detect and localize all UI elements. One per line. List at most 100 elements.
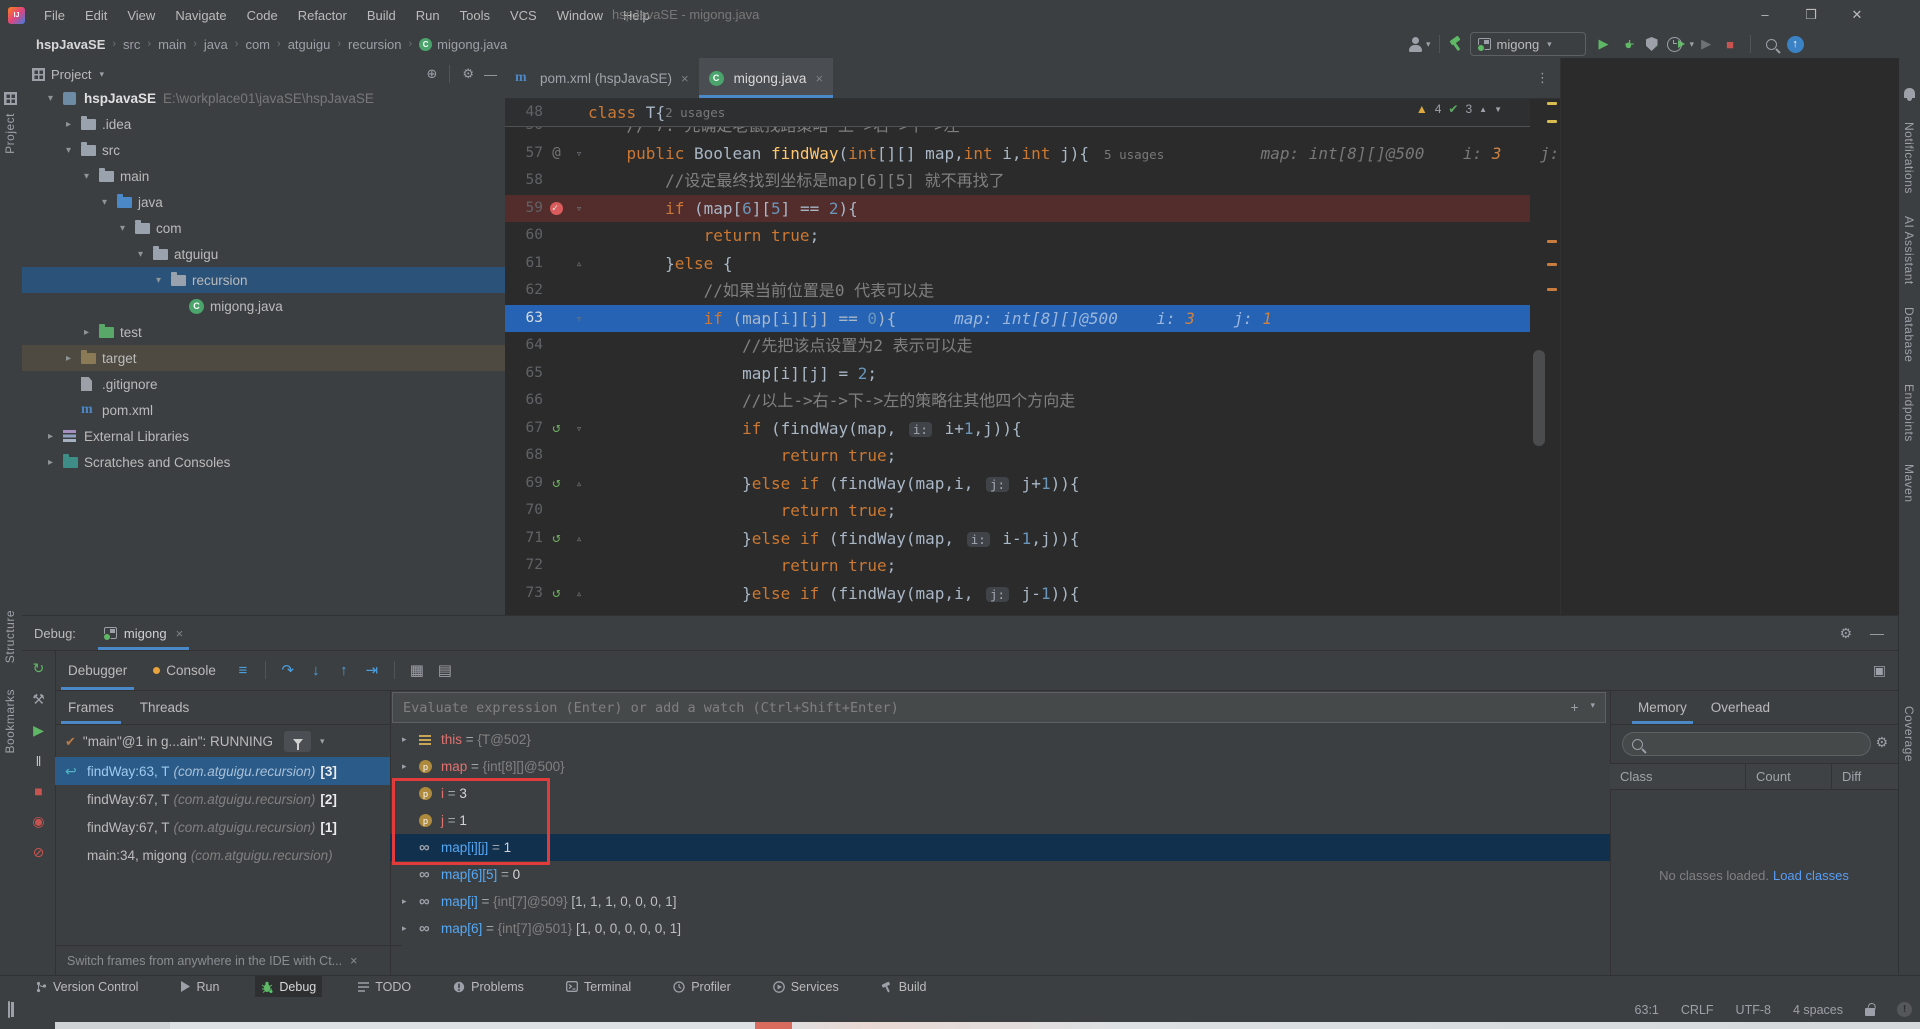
code-line-59[interactable]: 59▿ if (map[6][5] == 2){ xyxy=(505,195,1530,223)
fold-marker[interactable]: ▿ xyxy=(570,195,588,223)
thread-selector[interactable]: ✔ "main"@1 in g...ain": RUNNING ▾ xyxy=(55,725,390,758)
breakpoint-icon[interactable] xyxy=(550,202,563,215)
stripe-warning-mark[interactable] xyxy=(1547,240,1557,243)
profiler-button[interactable] xyxy=(1664,33,1688,55)
breadcrumb-atguigu[interactable]: atguigu xyxy=(288,37,331,52)
code-line-70[interactable]: 70 return true; xyxy=(505,497,1530,525)
memory-tab-overhead[interactable]: Overhead xyxy=(1701,690,1780,724)
hide-panel-icon[interactable]: — xyxy=(1870,625,1884,642)
code-line-65[interactable]: 65 map[i][j] = 2; xyxy=(505,360,1530,388)
menu-navigate[interactable]: Navigate xyxy=(166,5,235,26)
fold-marker[interactable]: ▿ xyxy=(570,415,588,443)
tree-chevron[interactable]: ▾ xyxy=(156,275,171,286)
tree-item-.gitignore[interactable]: .gitignore xyxy=(22,371,505,397)
code-area[interactable]: 56 // 7. 先确定老鼠找路策略 上->右->下->左57@▿ public… xyxy=(505,112,1530,607)
line-number[interactable]: 65 xyxy=(505,360,543,388)
next-issue-icon[interactable]: ▼ xyxy=(1494,105,1502,114)
tool-strip-database[interactable]: Database xyxy=(1902,307,1916,362)
filter-funnel-icon[interactable] xyxy=(284,731,311,752)
tab-frames[interactable]: Frames xyxy=(55,690,127,724)
tree-chevron[interactable]: ▾ xyxy=(102,197,117,208)
editor-tab-pom.xml-hspJavaSE-[interactable]: mpom.xml (hspJavaSE)× xyxy=(505,58,699,98)
code-line-68[interactable]: 68 return true; xyxy=(505,442,1530,470)
close-tab-icon[interactable]: × xyxy=(815,71,823,86)
close-tab-icon[interactable]: × xyxy=(681,71,689,86)
menu-edit[interactable]: Edit xyxy=(76,5,116,26)
coverage-button[interactable] xyxy=(1640,33,1664,55)
line-number[interactable]: 71 xyxy=(505,525,543,553)
debug-settings-icon[interactable]: ⚒ xyxy=(32,691,45,708)
fold-marker[interactable]: ▵ xyxy=(570,525,588,553)
tab-threads[interactable]: Threads xyxy=(127,690,203,724)
code-line-60[interactable]: 60 return true; xyxy=(505,222,1530,250)
tree-chevron[interactable]: ▸ xyxy=(48,457,63,468)
tree-item-test[interactable]: ▸test xyxy=(22,319,505,345)
tree-item-com[interactable]: ▾com xyxy=(22,215,505,241)
breadcrumb-main[interactable]: main xyxy=(158,37,186,52)
restore-layout-icon[interactable]: ▣ xyxy=(1873,662,1886,679)
editor-scrollbar[interactable] xyxy=(1533,350,1545,446)
code-line-66[interactable]: 66 //以上->右->下->左的策略往其他四个方向走 xyxy=(505,387,1530,415)
toolbar-build[interactable]: Build xyxy=(875,976,933,997)
tree-item-migong.java[interactable]: Cmigong.java xyxy=(22,293,505,319)
debug-session-tab[interactable]: migong × xyxy=(94,616,193,650)
close-button[interactable]: ✕ xyxy=(1834,0,1880,29)
toolbar-debug[interactable]: Debug xyxy=(255,976,322,997)
memory-column-count[interactable]: Count xyxy=(1746,764,1832,789)
code-line-63[interactable]: 63▿ if (map[i][j] == 0){ map: int[8][]@5… xyxy=(505,305,1530,333)
run-button[interactable]: ▶ xyxy=(1592,33,1616,55)
memory-tab-memory[interactable]: Memory xyxy=(1628,690,1697,724)
stop-icon[interactable]: ■ xyxy=(34,783,42,799)
toolbar-todo[interactable]: TODO xyxy=(352,976,417,997)
chevron-down-icon[interactable]: ▾ xyxy=(320,736,325,747)
step-out-icon[interactable]: ↑ xyxy=(330,662,358,679)
close-session-icon[interactable]: × xyxy=(176,626,184,641)
toolbar-run[interactable]: Run xyxy=(174,976,225,997)
tree-item-recursion[interactable]: ▾recursion xyxy=(22,267,505,293)
caret-position[interactable]: 63:1 xyxy=(1635,1003,1659,1017)
line-number[interactable]: 70 xyxy=(505,497,543,525)
tree-item-.idea[interactable]: ▸.idea xyxy=(22,111,505,137)
fold-marker[interactable]: ▵ xyxy=(570,250,588,278)
debug-button[interactable]: 🞤● xyxy=(1616,33,1640,55)
breadcrumb-java[interactable]: java xyxy=(204,37,228,52)
stripe-warning-mark[interactable] xyxy=(1547,120,1557,123)
tree-item-java[interactable]: ▾java xyxy=(22,189,505,215)
tree-item-pom.xml[interactable]: mpom.xml xyxy=(22,397,505,423)
memory-search-input[interactable] xyxy=(1622,732,1871,756)
line-number[interactable]: 69 xyxy=(505,470,543,498)
menu-view[interactable]: View xyxy=(118,5,164,26)
line-number[interactable]: 66 xyxy=(505,387,543,415)
add-watch-icon[interactable]: + xyxy=(1571,700,1579,715)
toolbar-terminal[interactable]: Terminal xyxy=(560,976,637,997)
tree-chevron[interactable]: ▾ xyxy=(84,171,99,182)
menu-run[interactable]: Run xyxy=(407,5,449,26)
editor-tab-migong.java[interactable]: Cmigong.java× xyxy=(699,58,833,98)
tool-strip-structure[interactable]: Structure xyxy=(3,610,17,663)
line-number[interactable]: 67 xyxy=(505,415,543,443)
indent-setting[interactable]: 4 spaces xyxy=(1793,1003,1843,1017)
fold-marker[interactable]: ▵ xyxy=(570,580,588,608)
frame-findWay-67-T[interactable]: findWay:67, T (com.atguigu.recursion)[2] xyxy=(55,785,390,813)
expand-chevron-icon[interactable]: ▸ xyxy=(402,761,419,772)
hide-panel-icon[interactable]: — xyxy=(484,67,497,82)
more-tabs-icon[interactable]: ⋮ xyxy=(1536,70,1550,86)
close-tip-icon[interactable]: × xyxy=(350,954,357,968)
code-line-57[interactable]: 57@▿ public Boolean findWay(int[][] map,… xyxy=(505,140,1530,168)
variable-j[interactable]: pj = 1 xyxy=(390,807,1610,834)
tab-console[interactable]: Console xyxy=(140,650,229,690)
tree-item-Scratches-and-Consoles[interactable]: ▸Scratches and Consoles xyxy=(22,449,505,475)
variable-i[interactable]: pi = 3 xyxy=(390,780,1610,807)
line-number[interactable]: 64 xyxy=(505,332,543,360)
layout-widget-icon[interactable] xyxy=(8,1002,10,1017)
ide-update-icon[interactable]: ↑ xyxy=(1783,33,1807,55)
toolbar-services[interactable]: Services xyxy=(767,976,845,997)
stripe-warning-mark[interactable] xyxy=(1547,102,1557,105)
line-number[interactable]: 62 xyxy=(505,277,543,305)
resume-icon[interactable]: ▶ xyxy=(33,722,44,739)
code-line-64[interactable]: 64 //先把该点设置为2 表示可以走 xyxy=(505,332,1530,360)
view-breakpoints-icon[interactable]: ◉ xyxy=(32,813,44,830)
variable-map-6-5-[interactable]: ∞map[6][5] = 0 xyxy=(390,861,1610,888)
settings-sliders-icon[interactable]: ▤ xyxy=(431,661,459,679)
fold-marker[interactable]: ▿ xyxy=(570,140,588,168)
